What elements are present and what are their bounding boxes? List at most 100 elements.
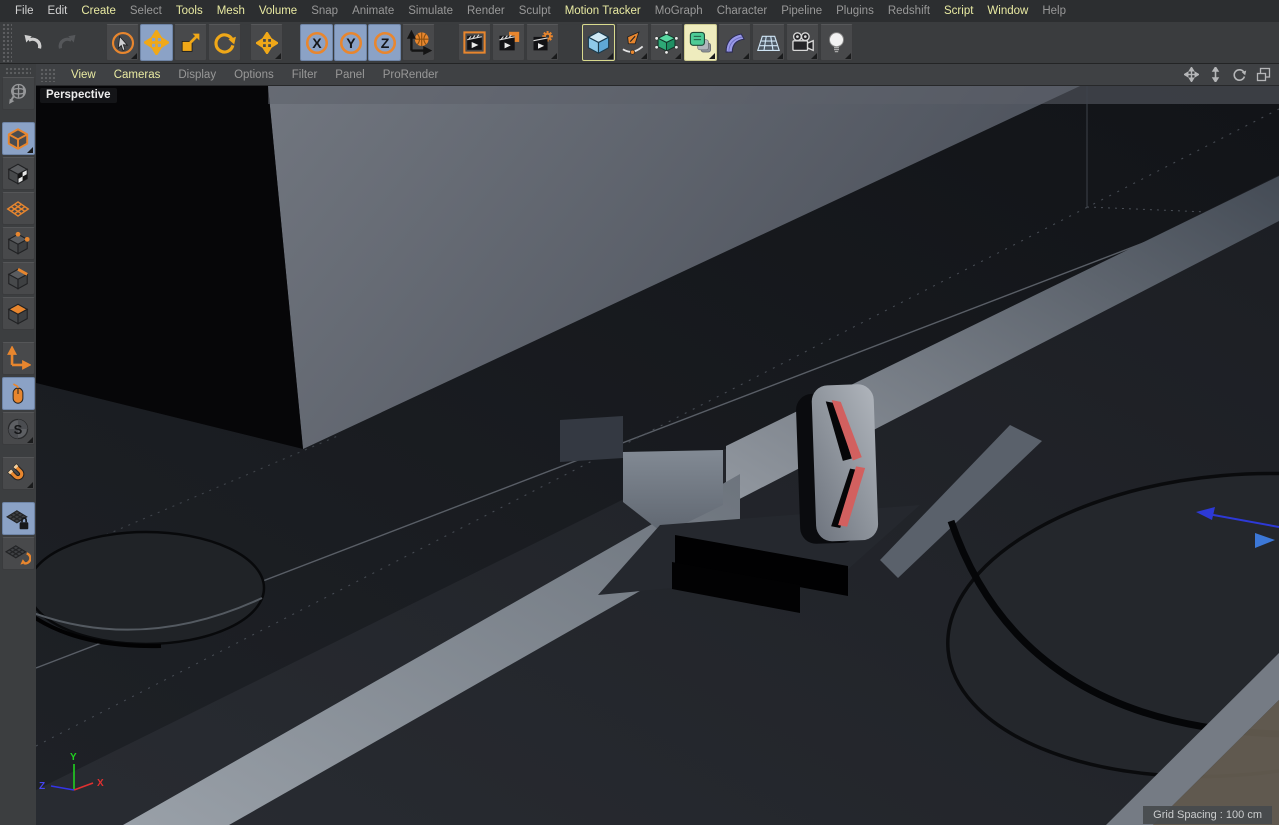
viewport-menu-panel[interactable]: Panel bbox=[326, 69, 373, 81]
redo-button[interactable] bbox=[50, 24, 83, 61]
menu-render[interactable]: Render bbox=[460, 5, 512, 17]
viewport-rotate-icon[interactable] bbox=[1232, 67, 1247, 82]
curb-step-face[interactable] bbox=[560, 416, 623, 462]
viewport-menu-bar: View Cameras Display Options Filter Pane… bbox=[36, 64, 1279, 86]
palette-drag-handle[interactable] bbox=[5, 67, 31, 75]
flyout-triangle bbox=[27, 437, 33, 443]
wall-top-strip bbox=[268, 86, 1279, 104]
menu-plugins[interactable]: Plugins bbox=[829, 5, 881, 17]
menu-redshift[interactable]: Redshift bbox=[881, 5, 937, 17]
rounded-slab-with-red-stripes[interactable] bbox=[795, 384, 878, 545]
lock-z-axis-button[interactable]: Z bbox=[368, 24, 401, 61]
z-axis-lock-icon: Z bbox=[372, 30, 398, 56]
menu-window[interactable]: Window bbox=[980, 5, 1035, 17]
camera-object-button[interactable] bbox=[786, 24, 819, 61]
bend-deformer-button[interactable] bbox=[718, 24, 751, 61]
viewport-menu-cameras[interactable]: Cameras bbox=[105, 69, 170, 81]
coordinate-system-button[interactable] bbox=[402, 24, 435, 61]
move-icon bbox=[256, 32, 278, 54]
viewport-menu-options[interactable]: Options bbox=[225, 69, 283, 81]
menu-file[interactable]: File bbox=[8, 5, 41, 17]
menu-sculpt[interactable]: Sculpt bbox=[512, 5, 558, 17]
workplane-mode-button[interactable] bbox=[2, 192, 35, 225]
flyout-triangle bbox=[743, 53, 749, 59]
points-mode-button[interactable] bbox=[2, 227, 35, 260]
make-editable-button[interactable] bbox=[2, 77, 35, 110]
edges-mode-button[interactable] bbox=[2, 262, 35, 295]
menu-create[interactable]: Create bbox=[74, 5, 123, 17]
flyout-triangle bbox=[131, 53, 137, 59]
live-selection-button[interactable] bbox=[106, 24, 139, 61]
viewport-menu-display[interactable]: Display bbox=[169, 69, 225, 81]
menu-animate[interactable]: Animate bbox=[345, 5, 401, 17]
texture-mode-button[interactable] bbox=[2, 157, 35, 190]
lock-workplane-button[interactable] bbox=[2, 502, 35, 535]
menu-script[interactable]: Script bbox=[937, 5, 980, 17]
array-tool-button[interactable] bbox=[684, 24, 717, 61]
render-view-button[interactable] bbox=[458, 24, 491, 61]
flyout-triangle bbox=[811, 53, 817, 59]
workplane-rotate-icon bbox=[5, 541, 31, 567]
render-to-picture-viewer-button[interactable] bbox=[492, 24, 525, 61]
lock-y-axis-button[interactable]: Y bbox=[334, 24, 367, 61]
move-tool-button[interactable] bbox=[140, 24, 173, 61]
viewport-menu-prorender[interactable]: ProRender bbox=[374, 69, 448, 81]
menu-volume[interactable]: Volume bbox=[252, 5, 304, 17]
viewport-pan-icon[interactable] bbox=[1184, 67, 1199, 82]
spline-pen-button[interactable] bbox=[616, 24, 649, 61]
viewport-toggle-layout-icon[interactable] bbox=[1256, 67, 1271, 82]
lock-x-axis-button[interactable]: X bbox=[300, 24, 333, 61]
viewport-canvas[interactable]: Y X Z Perspective Grid Spacing : 100 cm bbox=[36, 86, 1279, 825]
flyout-triangle bbox=[551, 53, 557, 59]
menu-edit[interactable]: Edit bbox=[41, 5, 75, 17]
enable-axis-button[interactable] bbox=[2, 342, 35, 375]
subdivision-surface-icon bbox=[653, 29, 680, 56]
render-settings-icon bbox=[529, 29, 556, 56]
coordinate-system-icon bbox=[406, 30, 432, 56]
floor-object-button[interactable] bbox=[752, 24, 785, 61]
svg-text:Z: Z bbox=[380, 34, 389, 50]
bend-deformer-icon bbox=[721, 29, 748, 56]
viewport-menu-view[interactable]: View bbox=[62, 69, 105, 81]
toolbar-drag-handle[interactable] bbox=[2, 23, 12, 63]
edges-mode-icon bbox=[5, 266, 31, 292]
menu-mograph[interactable]: MoGraph bbox=[648, 5, 710, 17]
array-icon bbox=[687, 29, 714, 56]
menu-character[interactable]: Character bbox=[710, 5, 775, 17]
camera-view-label: Perspective bbox=[40, 88, 117, 103]
last-used-tool-button[interactable] bbox=[250, 24, 283, 61]
workplane-transform-button[interactable] bbox=[2, 537, 35, 570]
workplane-grid-icon bbox=[5, 196, 31, 222]
floor-grid-icon bbox=[755, 29, 782, 56]
tweak-mode-button[interactable] bbox=[2, 377, 35, 410]
snapping-button[interactable] bbox=[2, 457, 35, 490]
flyout-triangle bbox=[641, 53, 647, 59]
menu-snap[interactable]: Snap bbox=[304, 5, 345, 17]
menu-motion-tracker[interactable]: Motion Tracker bbox=[558, 5, 648, 17]
flyout-triangle bbox=[777, 53, 783, 59]
viewport-zoom-icon[interactable] bbox=[1208, 67, 1223, 82]
main-menu-bar: File Edit Create Select Tools Mesh Volum… bbox=[0, 0, 1279, 22]
light-object-button[interactable] bbox=[820, 24, 853, 61]
undo-button[interactable] bbox=[16, 24, 49, 61]
menu-select[interactable]: Select bbox=[123, 5, 169, 17]
viewport-menu-filter[interactable]: Filter bbox=[283, 69, 327, 81]
menu-pipeline[interactable]: Pipeline bbox=[774, 5, 829, 17]
menu-simulate[interactable]: Simulate bbox=[401, 5, 460, 17]
menu-help[interactable]: Help bbox=[1035, 5, 1073, 17]
subdivision-surface-button[interactable] bbox=[650, 24, 683, 61]
add-cube-button[interactable] bbox=[582, 24, 615, 61]
rotate-tool-button[interactable] bbox=[208, 24, 241, 61]
viewport-drag-handle[interactable] bbox=[40, 68, 56, 82]
render-picture-viewer-icon bbox=[495, 29, 522, 56]
scale-tool-button[interactable] bbox=[174, 24, 207, 61]
menu-tools[interactable]: Tools bbox=[169, 5, 210, 17]
model-mode-button[interactable] bbox=[2, 122, 35, 155]
viewport-solo-button[interactable]: S bbox=[2, 412, 35, 445]
menu-mesh[interactable]: Mesh bbox=[210, 5, 252, 17]
flyout-triangle bbox=[675, 53, 681, 59]
flyout-triangle bbox=[709, 53, 715, 59]
edit-render-settings-button[interactable] bbox=[526, 24, 559, 61]
polygons-mode-button[interactable] bbox=[2, 297, 35, 330]
mouse-icon bbox=[5, 381, 31, 407]
